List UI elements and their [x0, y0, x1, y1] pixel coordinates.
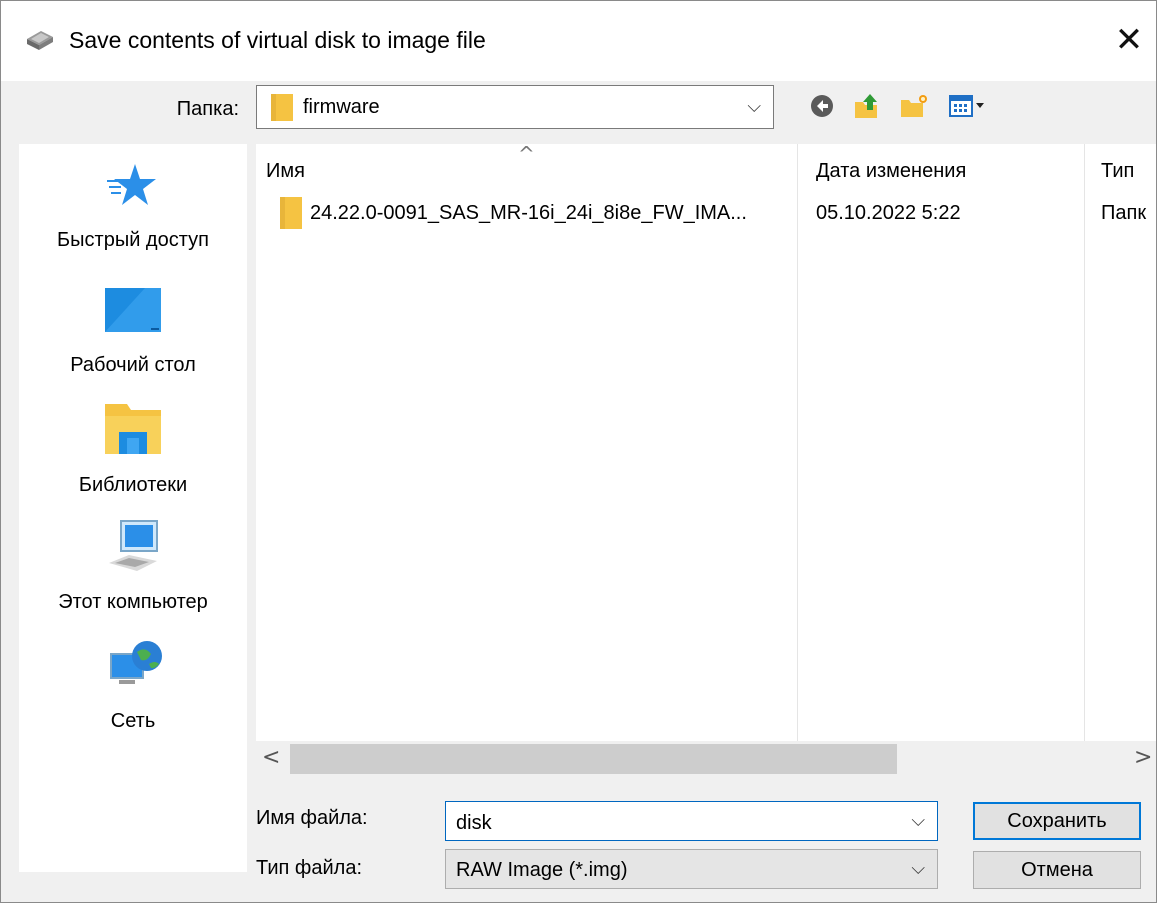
scroll-left-icon[interactable]: <: [262, 745, 280, 770]
title-bar: Save contents of virtual disk to image f…: [1, 1, 1156, 81]
horizontal-scrollbar[interactable]: < >: [256, 741, 1156, 777]
folder-icon: [271, 94, 293, 121]
place-this-pc[interactable]: Этот компьютер: [19, 519, 247, 629]
up-folder-icon: [855, 94, 877, 118]
place-label: Этот компьютер: [58, 591, 208, 613]
filename-input[interactable]: disk ⌵: [445, 801, 938, 841]
folder-icon: [280, 197, 302, 229]
filename-label: Имя файла:: [256, 807, 368, 829]
place-quick-access[interactable]: Быстрый доступ: [19, 158, 247, 268]
folder-combobox[interactable]: firmware ⌵: [256, 85, 774, 129]
column-header-date[interactable]: Дата изменения: [816, 160, 966, 183]
new-folder-button[interactable]: [897, 89, 931, 123]
scrollbar-thumb[interactable]: [290, 744, 897, 774]
filetype-value: RAW Image (*.img): [456, 859, 628, 881]
disk-drive-icon: [27, 31, 53, 50]
libraries-icon: [105, 404, 161, 454]
file-list[interactable]: ^ Имя Дата изменения Тип 24.22.0-0091_SA…: [256, 144, 1156, 741]
desktop-icon: [105, 288, 161, 332]
places-bar: Быстрый доступ Рабочий стол Библиотеки Э…: [19, 144, 247, 872]
chevron-down-icon: ⌵: [747, 96, 761, 117]
place-libraries[interactable]: Библиотеки: [19, 402, 247, 512]
save-button[interactable]: Сохранить: [973, 802, 1141, 840]
chevron-down-icon[interactable]: ⌵: [911, 810, 925, 831]
column-header-name[interactable]: Имя: [266, 160, 305, 183]
filename-value[interactable]: disk: [456, 812, 492, 835]
up-folder-button[interactable]: [851, 89, 883, 123]
cancel-button[interactable]: Отмена: [973, 851, 1141, 889]
back-button[interactable]: [807, 89, 837, 123]
place-label: Быстрый доступ: [57, 229, 209, 251]
file-date: 05.10.2022 5:22: [816, 202, 961, 224]
close-icon: ✕: [1114, 20, 1144, 60]
column-divider: [797, 144, 798, 741]
place-network[interactable]: Сеть: [19, 638, 247, 748]
close-button[interactable]: ✕: [1106, 15, 1152, 65]
folder-label: Папка:: [176, 98, 239, 120]
sort-ascending-icon: ^: [518, 144, 535, 166]
place-label: Библиотеки: [78, 474, 188, 496]
column-divider: [1084, 144, 1085, 741]
quick-access-star-icon: [107, 164, 156, 205]
computer-icon: [109, 520, 158, 571]
filetype-label: Тип файла:: [256, 857, 362, 879]
window-title: Save contents of virtual disk to image f…: [69, 27, 486, 53]
view-menu-icon: [949, 95, 984, 117]
place-label: Сеть: [110, 710, 156, 732]
file-type: Папк: [1101, 202, 1147, 224]
scroll-right-icon[interactable]: >: [1134, 745, 1152, 770]
save-dialog: Save contents of virtual disk to image f…: [0, 0, 1157, 903]
current-folder: firmware: [303, 96, 380, 118]
filetype-select[interactable]: RAW Image (*.img) ⌵: [445, 849, 938, 889]
back-icon: [811, 95, 833, 117]
file-name: 24.22.0-0091_SAS_MR-16i_24i_8i8e_FW_IMA.…: [310, 202, 747, 224]
view-menu-button[interactable]: [947, 89, 1001, 123]
network-icon: [110, 641, 162, 684]
place-label: Рабочий стол: [70, 354, 196, 376]
place-desktop[interactable]: Рабочий стол: [19, 284, 247, 394]
new-folder-icon: [901, 95, 927, 117]
column-header-type[interactable]: Тип: [1101, 160, 1134, 183]
chevron-down-icon[interactable]: ⌵: [911, 858, 925, 879]
